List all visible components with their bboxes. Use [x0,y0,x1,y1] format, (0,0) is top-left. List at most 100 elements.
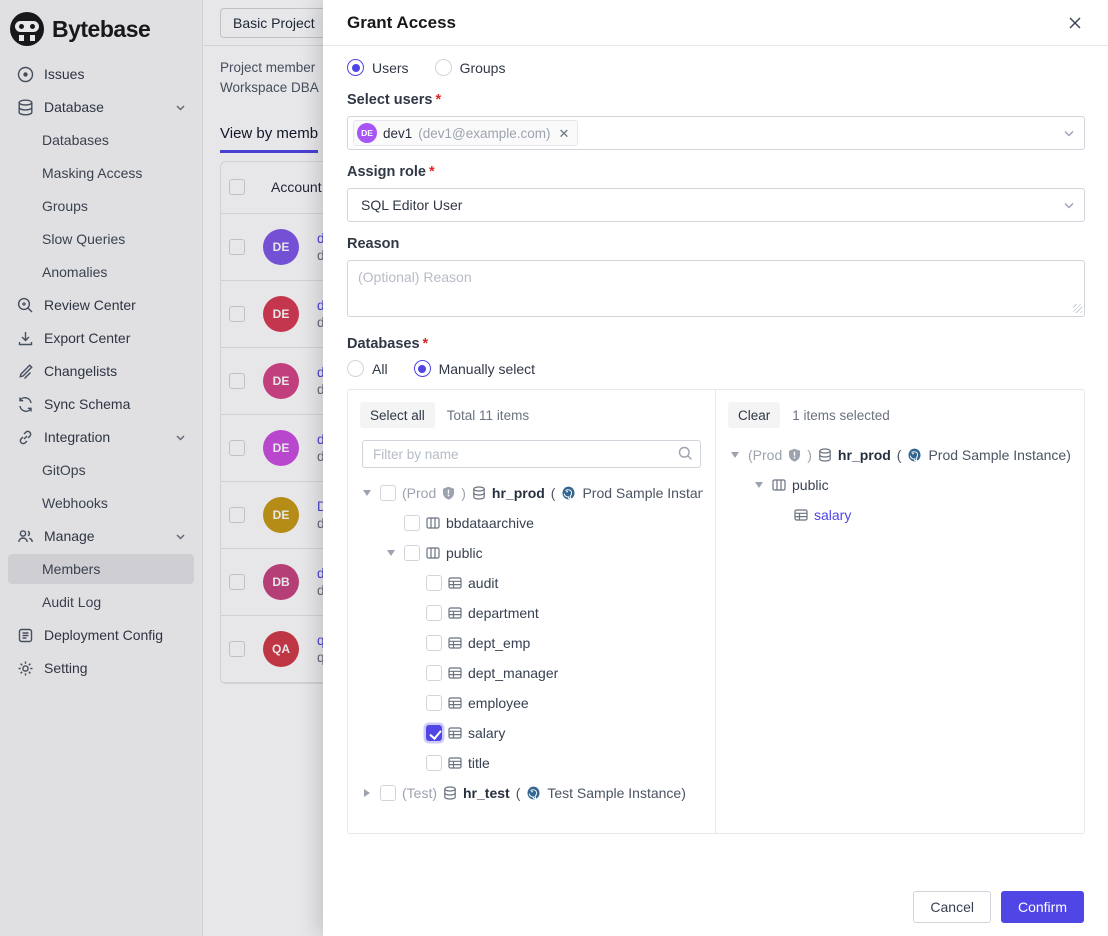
selected-user-chip: DE dev1 (dev1@example.com) ✕ [353,120,578,146]
tree-row-salary[interactable]: salary [360,718,703,748]
radio-label: Manually select [439,361,536,377]
radio-groups[interactable]: Groups [435,59,506,76]
instance-name: Prod Sample Instance [582,485,703,501]
tree-row-dept-emp[interactable]: dept_emp [360,628,703,658]
instance-name: Test Sample Instance) [547,785,686,801]
assign-role-select[interactable]: SQL Editor User [347,188,1085,222]
tree-checkbox[interactable] [426,605,442,621]
selected-row-salary[interactable]: salary [728,500,1072,530]
tree-checkbox[interactable] [426,755,442,771]
schema-icon [772,479,786,491]
radio-manually-select[interactable]: Manually select [414,360,536,377]
database-name: hr_test [463,785,510,801]
database-name: hr_prod [492,485,545,501]
modal-title: Grant Access [347,13,456,33]
postgres-icon [561,486,576,501]
total-items-label: Total 11 items [447,408,529,423]
tree-row-dept-manager[interactable]: dept_manager [360,658,703,688]
table-name: salary [468,725,505,741]
database-picker: Select all Total 11 items (Prod ) [347,389,1085,834]
selected-row-hr-prod[interactable]: (Prod ) hr_prod ( Prod Sample Instance) [728,440,1072,470]
tree-row-department[interactable]: department [360,598,703,628]
filter-input[interactable] [362,440,701,468]
required-asterisk: * [423,336,429,352]
tree-checkbox[interactable] [426,695,442,711]
table-name: title [468,755,490,771]
avatar: DE [357,123,377,143]
radio-all-databases[interactable]: All [347,360,388,377]
tree-checkbox[interactable] [404,545,420,561]
caret-down-icon[interactable] [728,452,742,458]
role-value: SQL Editor User [353,197,462,213]
table-icon [448,607,462,619]
tree-row-bbdataarchive[interactable]: bbdataarchive [360,508,703,538]
app-window: Bytebase Issues Database Databases Maski… [0,0,1108,936]
environment-close: ) [807,447,812,463]
tree-checkbox[interactable] [426,665,442,681]
tree-checkbox[interactable] [426,635,442,651]
postgres-icon [526,786,541,801]
picker-selected-pane: Clear 1 items selected (Prod ) hr_prod (… [716,390,1084,833]
schema-name: bbdataarchive [446,515,534,531]
picker-toolbar: Select all Total 11 items [360,402,703,428]
picker-source-pane: Select all Total 11 items (Prod ) [348,390,716,833]
cancel-button[interactable]: Cancel [913,891,991,923]
tree-row-title[interactable]: title [360,748,703,778]
environment-label: (Test) [402,785,437,801]
table-name: dept_manager [468,665,558,681]
selected-count-label: 1 items selected [792,408,890,423]
tree-row-audit[interactable]: audit [360,568,703,598]
chip-user-name: dev1 [383,126,412,141]
caret-down-icon[interactable] [752,482,766,488]
radio-dot [347,59,364,76]
clear-button[interactable]: Clear [728,402,780,428]
close-icon[interactable] [1064,12,1086,34]
radio-label: Users [372,60,409,76]
selected-toolbar: Clear 1 items selected [728,402,1072,428]
caret-down-icon[interactable] [384,550,398,556]
database-scope-radios: All Manually select [347,360,1085,377]
filter-field [362,440,701,468]
caret-down-icon[interactable] [360,490,374,496]
select-all-button[interactable]: Select all [360,402,435,428]
table-icon [448,637,462,649]
tree-row-hr-prod[interactable]: (Prod ) hr_prod ( Prod Sample Instance [360,478,703,508]
tree-checkbox[interactable] [380,785,396,801]
instance-paren: ( [897,447,902,463]
caret-right-icon[interactable] [360,789,374,797]
tree-row-employee[interactable]: employee [360,688,703,718]
database-icon [472,486,486,500]
modal-body: Users Groups Select users* DE dev1 (dev1… [323,46,1108,834]
radio-label: All [372,361,388,377]
select-users-field[interactable]: DE dev1 (dev1@example.com) ✕ [347,116,1085,150]
tree-checkbox[interactable] [404,515,420,531]
shield-icon [788,448,801,462]
radio-dot [347,360,364,377]
environment-close: ) [461,485,466,501]
radio-label: Groups [460,60,506,76]
assign-role-label: Assign role* [347,164,1085,180]
instance-name: Prod Sample Instance) [928,447,1070,463]
confirm-button[interactable]: Confirm [1001,891,1084,923]
databases-label: Databases* [347,336,1085,352]
chip-remove-icon[interactable]: ✕ [559,127,570,140]
tree-checkbox[interactable] [426,575,442,591]
selected-table-name: salary [814,507,851,523]
tree-checkbox-checked[interactable] [426,725,442,741]
chevron-down-icon [1063,201,1075,210]
radio-users[interactable]: Users [347,59,409,76]
member-type-radios: Users Groups [347,59,1085,76]
tree-row-public[interactable]: public [360,538,703,568]
schema-icon [426,547,440,559]
instance-paren: ( [516,785,521,801]
table-name: department [468,605,539,621]
environment-label: (Prod [748,447,782,463]
schema-name: public [792,477,829,493]
tree-checkbox[interactable] [380,485,396,501]
selected-row-public[interactable]: public [728,470,1072,500]
tree-row-hr-test[interactable]: (Test) hr_test ( Test Sample Instance) [360,778,703,808]
instance-paren: ( [551,485,556,501]
reason-textarea[interactable] [347,260,1085,317]
table-icon [448,757,462,769]
table-icon [448,667,462,679]
